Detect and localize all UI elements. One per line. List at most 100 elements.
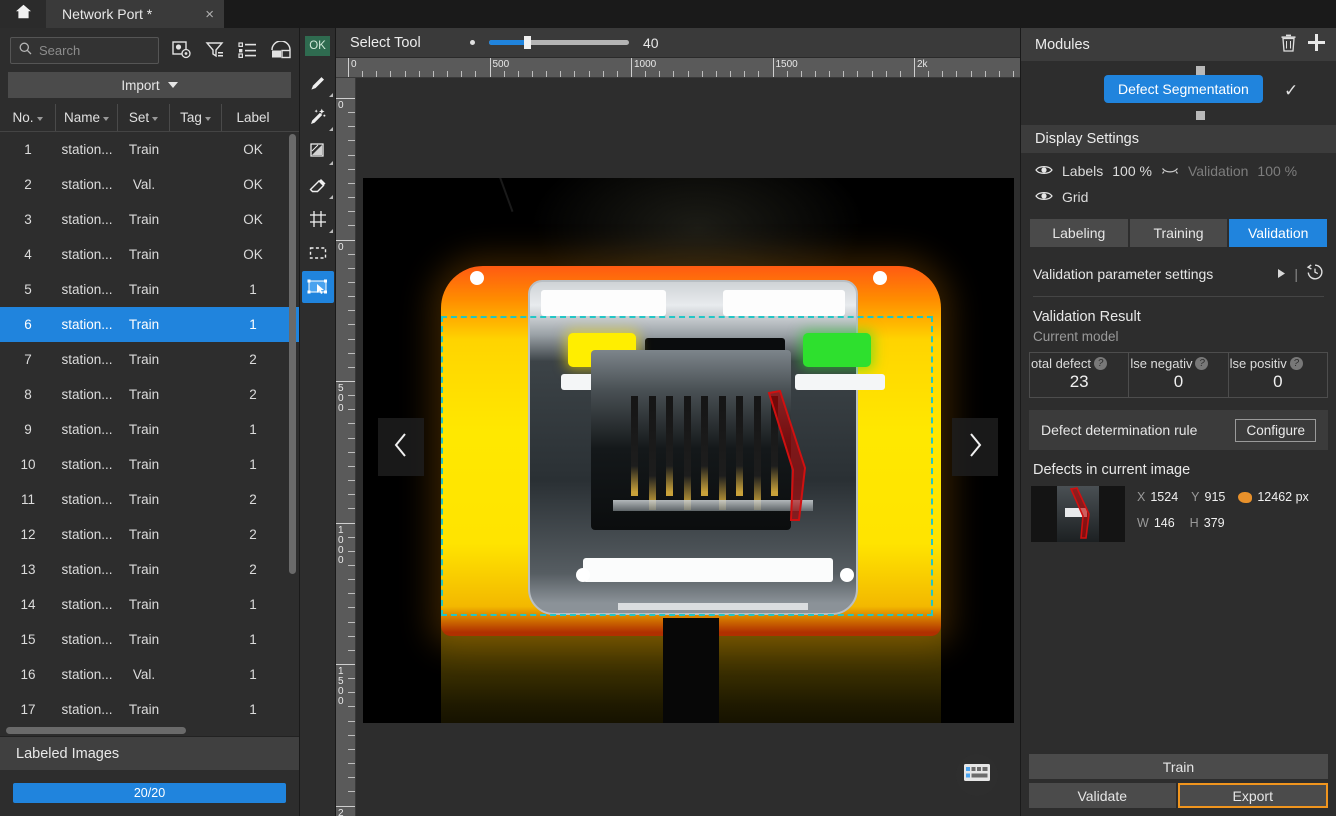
table-row[interactable]: 1 station... Train OK [0,132,299,167]
brush-size-slider[interactable] [489,36,629,49]
search-input[interactable] [39,43,150,58]
table-row[interactable]: 8 station... Train 2 [0,377,299,412]
column-header-no[interactable]: No. [0,104,56,131]
defect-list-item[interactable]: X 1524 Y 915 12462 px W 146 H 379 [1031,486,1328,542]
trash-icon[interactable] [1280,34,1297,56]
eye-icon[interactable] [1035,189,1053,205]
magic-pen-tool[interactable] [302,101,334,133]
ruler-minor-tick [348,734,355,736]
table-row[interactable]: 7 station... Train 2 [0,342,299,377]
polygon-fill-tool[interactable] [302,135,334,167]
search-box[interactable] [10,37,159,64]
table-row[interactable]: 6 station... Train 1 [0,307,299,342]
ruler-minor-tick [432,71,434,77]
table-row[interactable]: 13 station... Train 2 [0,552,299,587]
column-header-tag[interactable]: Tag [170,104,222,131]
defect-metadata: X 1524 Y 915 12462 px W 146 H 379 [1137,486,1328,542]
next-image-button[interactable] [952,418,998,476]
screw-bottom-right [840,568,854,582]
table-row[interactable]: 4 station... Train OK [0,237,299,272]
help-icon[interactable]: ? [1094,357,1107,370]
select-tool[interactable] [301,271,334,303]
tool-expand-corner [328,93,333,97]
ok-badge[interactable]: OK [305,36,330,56]
table-row[interactable]: 3 station... Train OK [0,202,299,237]
table-row[interactable]: 14 station... Train 1 [0,587,299,622]
cell-set: Train [128,702,160,717]
import-button[interactable]: Import [8,72,291,98]
image-settings-icon[interactable] [172,40,192,61]
module-handle-top[interactable] [1196,66,1205,75]
table-row[interactable]: 5 station... Train 1 [0,272,299,307]
eraser-tool[interactable] [302,169,334,201]
train-button[interactable]: Train [1029,754,1328,779]
previous-image-button[interactable] [378,418,424,476]
validate-button[interactable]: Validate [1029,783,1176,808]
cell-label: OK [243,247,263,262]
filter-icon[interactable] [205,41,225,61]
layout-view-icon[interactable] [271,39,291,61]
cell-name: station... [61,142,113,157]
ruler-minor-tick [348,494,355,496]
tab-training[interactable]: Training [1129,219,1228,247]
table-row[interactable]: 9 station... Train 1 [0,412,299,447]
plus-icon[interactable] [1307,33,1326,56]
marquee-select-tool[interactable] [302,237,334,269]
grid-tool[interactable] [302,203,334,235]
connector-pin [666,396,673,496]
dataset-panel: Import No. Name Set Tag Label 1 station..… [0,28,300,816]
image-viewport[interactable] [356,78,1020,816]
labeled-progress-bar: 20/20 [13,783,286,803]
module-defect-segmentation[interactable]: Defect Segmentation [1104,75,1263,103]
ruler-minor-tick [843,71,845,77]
column-header-label[interactable]: Label [222,104,284,131]
ruler-minor-tick [503,71,505,77]
tab-network-port[interactable]: Network Port * × [46,0,224,28]
table-row[interactable]: 11 station... Train 2 [0,482,299,517]
slider-knob[interactable] [523,36,531,49]
dataset-table-body[interactable]: 1 station... Train OK 2 station... Val. OK 3 stat… [0,132,299,736]
table-row[interactable]: 10 station... Train 1 [0,447,299,482]
chevron-right-icon [967,432,983,463]
configure-button[interactable]: Configure [1235,418,1316,442]
table-row[interactable]: 16 station... Val. 1 [0,657,299,692]
ruler-major-tick [336,664,355,665]
brush-tool[interactable] [302,67,334,99]
help-icon[interactable]: ? [1289,357,1303,370]
labels-opacity-value[interactable]: 100 % [1112,163,1152,179]
list-view-icon[interactable] [238,41,258,61]
close-icon[interactable]: × [205,7,214,22]
cell-no: 15 [20,632,36,647]
eye-off-icon[interactable] [1161,163,1179,179]
table-row[interactable]: 12 station... Train 2 [0,517,299,552]
ruler-minor-tick [348,366,355,368]
table-row[interactable]: 15 station... Train 1 [0,622,299,657]
column-header-set[interactable]: Set [118,104,170,131]
defects-in-current-image-title: Defects in current image [1033,462,1191,478]
modules-canvas[interactable]: Defect Segmentation ✓ [1021,61,1336,125]
sample-image[interactable] [363,178,1014,723]
ruler-minor-tick [390,71,392,77]
module-handle-bottom[interactable] [1196,111,1205,120]
export-button[interactable]: Export [1177,783,1328,808]
cable [663,618,719,723]
table-row[interactable]: 17 station... Train 1 [0,692,299,727]
tab-labeling[interactable]: Labeling [1030,219,1128,247]
validation-opacity-value[interactable]: 100 % [1257,163,1297,179]
table-row[interactable]: 2 station... Val. OK [0,167,299,202]
cell-name: station... [61,457,113,472]
keyboard-shortcuts-button[interactable] [956,754,998,796]
column-header-name[interactable]: Name [56,104,118,131]
table-vertical-scrollbar[interactable] [289,134,296,574]
table-horizontal-scrollbar[interactable] [6,727,186,734]
defect-thumbnail[interactable] [1031,486,1125,542]
eye-icon[interactable] [1035,163,1053,179]
validation-parameter-settings-row[interactable]: Validation parameter settings | [1021,247,1336,284]
help-icon[interactable]: ? [1195,357,1209,370]
history-icon[interactable] [1306,263,1324,284]
home-button[interactable] [0,0,46,28]
column-label: Name [63,110,100,125]
modules-title: Modules [1035,36,1090,53]
tab-validation[interactable]: Validation [1229,219,1328,247]
triangle-right-icon[interactable] [1277,266,1286,282]
